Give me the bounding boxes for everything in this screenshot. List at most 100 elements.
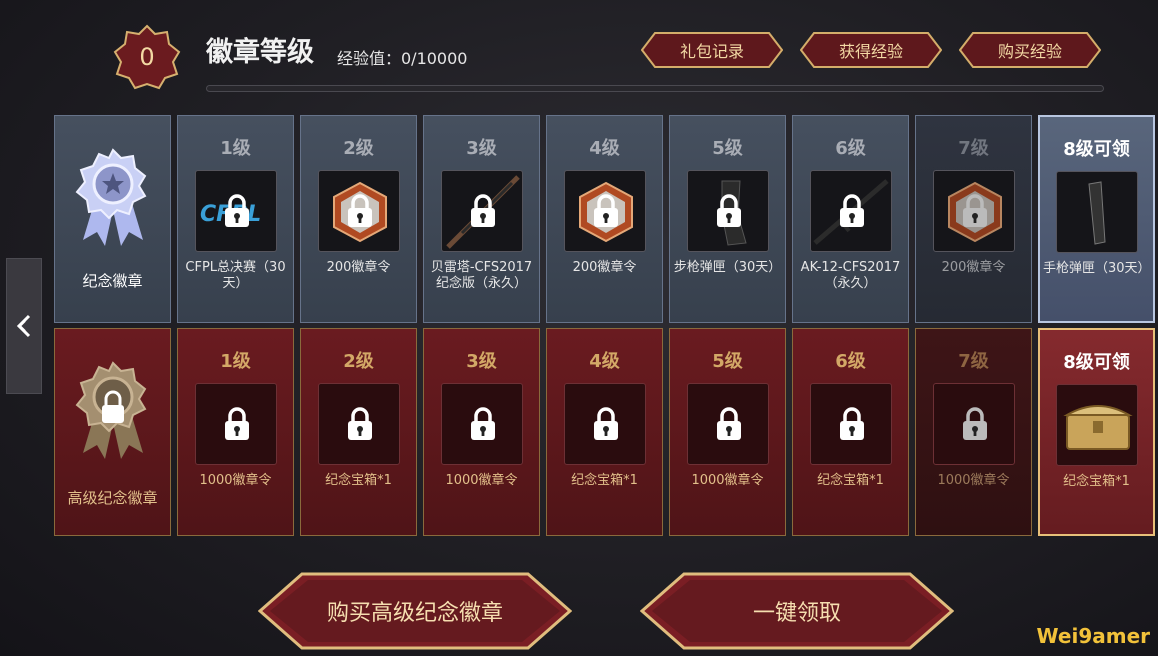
pistol-magazine-icon [1087, 181, 1106, 245]
reward-level: 5级 [712, 351, 743, 372]
reward-name: 200徽章令 [572, 260, 637, 275]
reward-level: 6级 [835, 138, 866, 159]
reward-name: 1000徽章令 [199, 473, 272, 488]
reward-item-box [686, 170, 769, 252]
claim-all-button[interactable]: 一键领取 [640, 572, 954, 650]
advanced-badge-title: 高级纪念徽章 [67, 489, 158, 507]
buy-exp-button[interactable]: 购买经验 [959, 32, 1101, 68]
locked-ribbon-medal-icon [75, 361, 147, 459]
reward-level: 2级 [343, 138, 374, 159]
reward-item-box [932, 170, 1015, 252]
lock-icon [347, 194, 372, 227]
reward-item-box [563, 170, 646, 252]
reward-item-box: CFPL [194, 170, 277, 252]
reward-item-box [932, 383, 1015, 465]
reward-name: 1000徽章令 [445, 473, 518, 488]
advanced-reward-3[interactable]: 3级 1000徽章令 [423, 328, 540, 536]
exp-value: 经验值：0/10000 [337, 49, 468, 68]
reward-level: 8级可领 [1063, 352, 1130, 373]
reward-name: 200徽章令 [326, 260, 391, 275]
reward-name: CFPL总决赛（30天） [185, 260, 286, 291]
advanced-reward-8[interactable]: 8级可领 纪念宝箱*1 [1038, 328, 1155, 536]
reward-level: 2级 [343, 351, 374, 372]
reward-level: 7级 [958, 351, 989, 372]
watermark: Wei9amer [1036, 624, 1150, 648]
reward-item-box [1055, 384, 1138, 466]
reward-item-box [440, 383, 523, 465]
chevron-left-icon [16, 314, 31, 338]
buy-advanced-badge-label: 购买高级纪念徽章 [326, 601, 503, 626]
lock-icon [962, 407, 987, 440]
lock-icon [962, 194, 987, 227]
lock-icon [593, 407, 618, 440]
exp-progress-bar [206, 85, 1104, 92]
reward-item-box [686, 383, 769, 465]
reward-name: 纪念宝箱*1 [1063, 474, 1130, 489]
reward-level: 1级 [220, 138, 251, 159]
advanced-badge-card: 高级纪念徽章 [54, 328, 171, 536]
basic-reward-4[interactable]: 4级 200徽章令 [546, 115, 663, 323]
reward-level: 6级 [835, 351, 866, 372]
lock-icon [839, 194, 864, 227]
reward-name: 纪念宝箱*1 [817, 473, 884, 488]
reward-level: 5级 [712, 138, 743, 159]
reward-name: 手枪弹匣（30天） [1043, 261, 1151, 276]
lock-icon [716, 407, 741, 440]
basic-reward-2[interactable]: 2级 200徽章令 [300, 115, 417, 323]
advanced-reward-4[interactable]: 4级 纪念宝箱*1 [546, 328, 663, 536]
reward-item-box [1055, 171, 1138, 253]
page-title: 徽章等级 [206, 37, 314, 68]
claim-all-label: 一键领取 [752, 601, 841, 626]
get-exp-button[interactable]: 获得经验 [800, 32, 942, 68]
reward-level: 1级 [220, 351, 251, 372]
basic-reward-6[interactable]: 6级 AK-12-CFS2017（永久） [792, 115, 909, 323]
reward-level: 4级 [589, 351, 620, 372]
reward-name: 纪念宝箱*1 [325, 473, 392, 488]
lock-icon [347, 407, 372, 440]
reward-item-box [317, 170, 400, 252]
reward-name: 1000徽章令 [691, 473, 764, 488]
reward-item-box [194, 383, 277, 465]
lock-icon [470, 194, 495, 227]
treasure-chest-icon [1062, 405, 1133, 450]
level-number: 0 [139, 43, 155, 71]
scroll-left-button[interactable] [6, 258, 42, 394]
reward-item-box [809, 383, 892, 465]
reward-item-box [440, 170, 523, 252]
lock-icon [470, 407, 495, 440]
basic-reward-1[interactable]: 1级 CFPL CFPL总决赛（30天） [177, 115, 294, 323]
gift-record-label: 礼包记录 [679, 42, 744, 61]
lock-icon [716, 194, 741, 227]
ribbon-medal-icon [75, 148, 147, 246]
lock-icon [224, 194, 249, 227]
reward-level: 3级 [466, 138, 497, 159]
reward-name: 200徽章令 [941, 260, 1006, 275]
lock-icon [224, 407, 249, 440]
get-exp-label: 获得经验 [838, 42, 903, 61]
basic-badge-card: 纪念徽章 [54, 115, 171, 323]
advanced-reward-2[interactable]: 2级 纪念宝箱*1 [300, 328, 417, 536]
basic-reward-3[interactable]: 3级 贝雷塔-CFS2017纪念版（永久） [423, 115, 540, 323]
buy-advanced-badge-button[interactable]: 购买高级纪念徽章 [258, 572, 572, 650]
reward-name: 纪念宝箱*1 [571, 473, 638, 488]
advanced-reward-6[interactable]: 6级 纪念宝箱*1 [792, 328, 909, 536]
reward-level: 7级 [958, 138, 989, 159]
basic-reward-5[interactable]: 5级 步枪弹匣（30天） [669, 115, 786, 323]
reward-name: 步枪弹匣（30天） [673, 260, 782, 275]
reward-name: 1000徽章令 [937, 473, 1010, 488]
basic-reward-7[interactable]: 7级 200徽章令 [915, 115, 1032, 323]
gift-record-button[interactable]: 礼包记录 [641, 32, 783, 68]
level-badge: 0 [113, 24, 181, 90]
reward-name: AK-12-CFS2017（永久） [800, 260, 901, 291]
reward-item-box [809, 170, 892, 252]
basic-reward-8[interactable]: 8级可领 手枪弹匣（30天） [1038, 115, 1155, 323]
advanced-reward-1[interactable]: 1级 1000徽章令 [177, 328, 294, 536]
advanced-reward-7[interactable]: 7级 1000徽章令 [915, 328, 1032, 536]
reward-level: 3级 [466, 351, 497, 372]
reward-item-box [317, 383, 400, 465]
basic-badge-title: 纪念徽章 [82, 272, 143, 290]
reward-level: 8级可领 [1063, 139, 1130, 160]
lock-icon [593, 194, 618, 227]
reward-name: 贝雷塔-CFS2017纪念版（永久） [430, 260, 533, 291]
advanced-reward-5[interactable]: 5级 1000徽章令 [669, 328, 786, 536]
